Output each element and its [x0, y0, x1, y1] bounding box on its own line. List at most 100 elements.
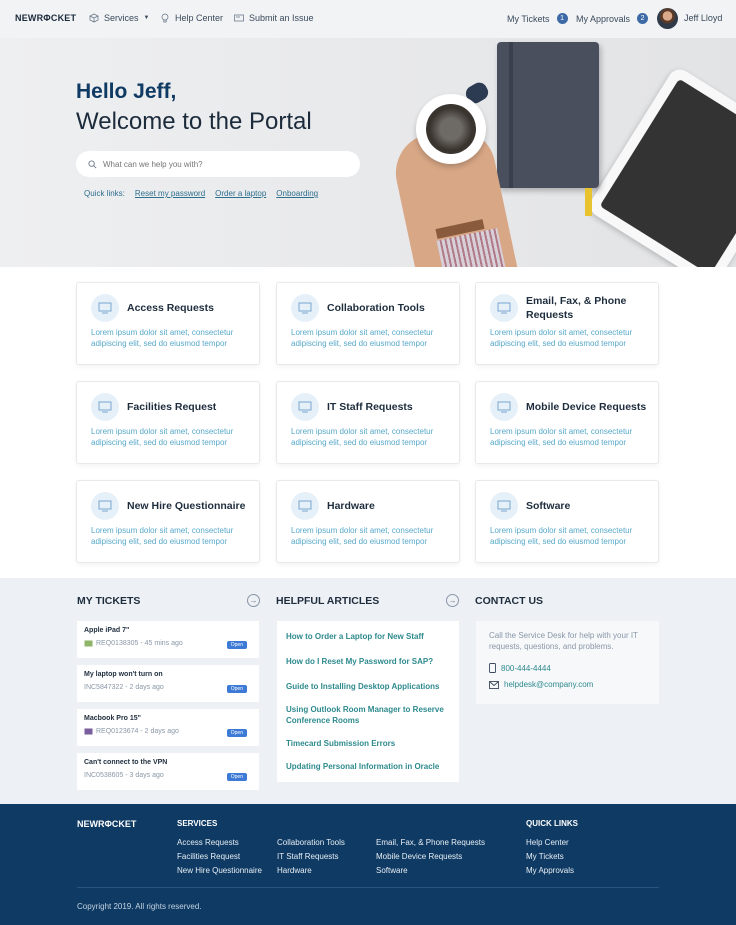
my-tickets-heading: MY TICKETS: [77, 595, 141, 607]
greeting: Hello Jeff,: [76, 80, 177, 103]
footer-link[interactable]: Hardware: [277, 866, 312, 875]
quick-link-onboarding[interactable]: Onboarding: [276, 189, 318, 198]
submit-issue-link[interactable]: Submit an Issue: [234, 13, 314, 23]
chevron-down-icon: ▼: [143, 15, 150, 21]
ticket-item[interactable]: My laptop won't turn on INC5847322 - 2 d…: [77, 665, 259, 702]
dashboard-section: MY TICKETS → Apple iPad 7" REQ0138305 - …: [0, 578, 736, 804]
help-center-label: Help Center: [175, 13, 224, 23]
card-description: Lorem ipsum dolor sit amet, consectetur …: [291, 526, 434, 546]
cube-icon: [89, 13, 99, 23]
arrow-right-icon[interactable]: →: [247, 594, 260, 607]
article-link[interactable]: Timecard Submission Errors: [286, 738, 451, 749]
help-center-link[interactable]: Help Center: [160, 13, 223, 23]
card-title: Access Requests: [127, 302, 214, 314]
card-title: Facilities Request: [127, 401, 217, 413]
avatar[interactable]: [657, 8, 678, 29]
computer-icon: [291, 294, 319, 322]
computer-icon: [91, 294, 119, 322]
status-badge: Open: [226, 773, 247, 781]
card-software[interactable]: Software Lorem ipsum dolor sit amet, con…: [475, 480, 659, 563]
copyright: Copyright 2019. All rights reserved.: [77, 902, 202, 911]
footer-divider: [77, 887, 659, 888]
article-link[interactable]: Updating Personal Information in Oracle: [286, 761, 451, 772]
coffee-cup-illustration: [416, 94, 486, 164]
computer-icon: [490, 393, 518, 421]
card-collaboration-tools[interactable]: Collaboration Tools Lorem ipsum dolor si…: [276, 282, 460, 365]
ticket-icon: [234, 14, 244, 22]
arrow-right-icon[interactable]: →: [446, 594, 459, 607]
card-hardware[interactable]: Hardware Lorem ipsum dolor sit amet, con…: [276, 480, 460, 563]
card-it-staff-requests[interactable]: IT Staff Requests Lorem ipsum dolor sit …: [276, 381, 460, 464]
card-title: Collaboration Tools: [327, 302, 425, 314]
footer-link[interactable]: Facilities Request: [177, 852, 240, 861]
ticket-item[interactable]: Macbook Pro 15" REQ0123674 - 2 days ago …: [77, 709, 259, 746]
computer-icon: [291, 393, 319, 421]
contact-description: Call the Service Desk for help with your…: [489, 631, 638, 651]
quick-link-reset-password[interactable]: Reset my password: [135, 189, 205, 198]
phone-link[interactable]: 800-444-4444: [489, 663, 551, 673]
card-facilities-request[interactable]: Facilities Request Lorem ipsum dolor sit…: [76, 381, 260, 464]
footer: NEWRΦCKET SERVICES Access Requests Facil…: [0, 804, 736, 925]
my-tickets-link[interactable]: My Tickets 1: [507, 13, 568, 24]
card-new-hire-questionnaire[interactable]: New Hire Questionnaire Lorem ipsum dolor…: [76, 480, 260, 563]
email-address: helpdesk@company.com: [504, 680, 594, 689]
service-cards: Access Requests Lorem ipsum dolor sit am…: [0, 267, 736, 578]
ticket-meta-row: INC0538605 - 3 days ago: [84, 772, 164, 779]
search-bar[interactable]: [76, 151, 360, 177]
user-name: Jeff Lloyd: [684, 13, 723, 23]
footer-logo[interactable]: NEWRΦCKET: [77, 819, 136, 829]
footer-link[interactable]: Software: [376, 866, 408, 875]
article-link[interactable]: How do I Reset My Password for SAP?: [286, 656, 451, 667]
lightbulb-icon: [161, 13, 169, 23]
footer-link[interactable]: Access Requests: [177, 838, 239, 847]
top-nav: NEWRΦCKET Services ▼ Help Center Submit …: [0, 0, 736, 38]
envelope-icon: [489, 680, 499, 689]
footer-link[interactable]: Help Center: [526, 838, 569, 847]
device-icon: [84, 728, 93, 735]
article-link[interactable]: Using Outlook Room Manager to Reserve Co…: [286, 704, 451, 726]
bookmark-illustration: [585, 188, 592, 216]
footer-link[interactable]: New Hire Questionnaire: [177, 866, 262, 875]
card-title: IT Staff Requests: [327, 401, 413, 413]
article-link[interactable]: How to Order a Laptop for New Staff: [286, 631, 451, 642]
card-description: Lorem ipsum dolor sit amet, consectetur …: [490, 328, 633, 348]
footer-link[interactable]: My Approvals: [526, 866, 574, 875]
tablet-illustration: [585, 65, 736, 267]
card-email-fax-phone[interactable]: Email, Fax, & Phone Requests Lorem ipsum…: [475, 282, 659, 365]
search-input[interactable]: [103, 159, 343, 169]
phone-icon: [489, 663, 496, 673]
hero-banner: Hello Jeff, Welcome to the Portal Quick …: [0, 38, 736, 267]
card-access-requests[interactable]: Access Requests Lorem ipsum dolor sit am…: [76, 282, 260, 365]
notebook-illustration: [497, 42, 599, 188]
my-approvals-link[interactable]: My Approvals 2: [576, 13, 649, 24]
logo[interactable]: NEWRΦCKET: [15, 13, 76, 23]
email-link[interactable]: helpdesk@company.com: [489, 680, 593, 689]
footer-link[interactable]: Mobile Device Requests: [376, 852, 462, 861]
footer-link[interactable]: My Tickets: [526, 852, 564, 861]
card-mobile-device-requests[interactable]: Mobile Device Requests Lorem ipsum dolor…: [475, 381, 659, 464]
card-title: New Hire Questionnaire: [127, 500, 246, 512]
footer-link[interactable]: Collaboration Tools: [277, 838, 345, 847]
card-description: Lorem ipsum dolor sit amet, consectetur …: [91, 526, 234, 546]
computer-icon: [490, 294, 518, 322]
article-link[interactable]: Guide to Installing Desktop Applications: [286, 681, 451, 692]
user-menu[interactable]: Jeff Lloyd: [684, 13, 722, 23]
page-title: Welcome to the Portal: [76, 108, 312, 135]
ticket-item[interactable]: Can't connect to the VPN INC0538605 - 3 …: [77, 753, 259, 790]
status-badge: Open: [226, 685, 247, 693]
search-icon: [88, 159, 97, 168]
ticket-title: My laptop won't turn on: [84, 671, 163, 678]
ticket-item[interactable]: Apple iPad 7" REQ0138305 - 45 mins ago O…: [77, 621, 259, 658]
quick-link-order-laptop[interactable]: Order a laptop: [215, 189, 266, 198]
ticket-meta: REQ0123674 - 2 days ago: [96, 728, 179, 735]
footer-link[interactable]: IT Staff Requests: [277, 852, 339, 861]
card-title: Software: [526, 500, 571, 512]
quick-links: Quick links: Reset my password Order a l…: [84, 189, 318, 198]
helpful-articles-heading: HELPFUL ARTICLES: [276, 595, 380, 607]
services-menu[interactable]: Services ▼: [89, 13, 149, 23]
footer-link[interactable]: Email, Fax, & Phone Requests: [376, 838, 485, 847]
card-title: Email, Fax, & Phone Requests: [526, 295, 627, 321]
ticket-meta-row: REQ0123674 - 2 days ago: [84, 728, 179, 735]
ticket-meta: INC5847322 - 2 days ago: [84, 684, 164, 691]
ticket-meta: INC0538605 - 3 days ago: [84, 772, 164, 779]
